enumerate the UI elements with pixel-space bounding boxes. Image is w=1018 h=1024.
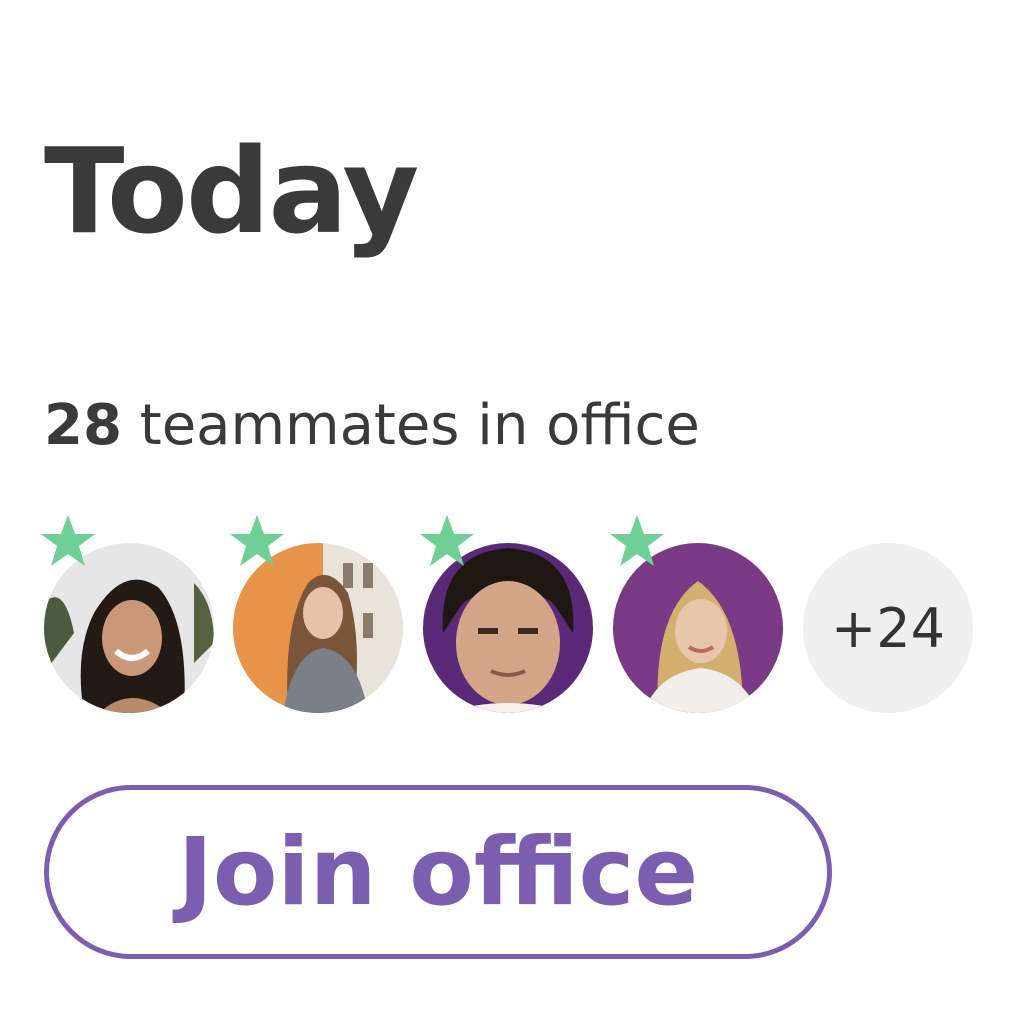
- avatar[interactable]: [41, 515, 214, 713]
- star-icon: [610, 515, 664, 566]
- avatar[interactable]: [420, 515, 593, 713]
- star-icon: [41, 515, 95, 566]
- teammates-count-text: 28 teammates in office: [44, 398, 700, 454]
- teammates-label: teammates in office: [121, 393, 700, 458]
- star-icon: [420, 515, 474, 566]
- teammates-count: 28: [44, 393, 122, 458]
- more-teammates-badge[interactable]: +24: [803, 543, 973, 713]
- join-office-button[interactable]: Join office: [44, 785, 832, 959]
- avatar[interactable]: [230, 515, 403, 713]
- avatar[interactable]: [610, 515, 783, 713]
- page-title: Today: [44, 122, 419, 260]
- star-icon: [230, 515, 284, 566]
